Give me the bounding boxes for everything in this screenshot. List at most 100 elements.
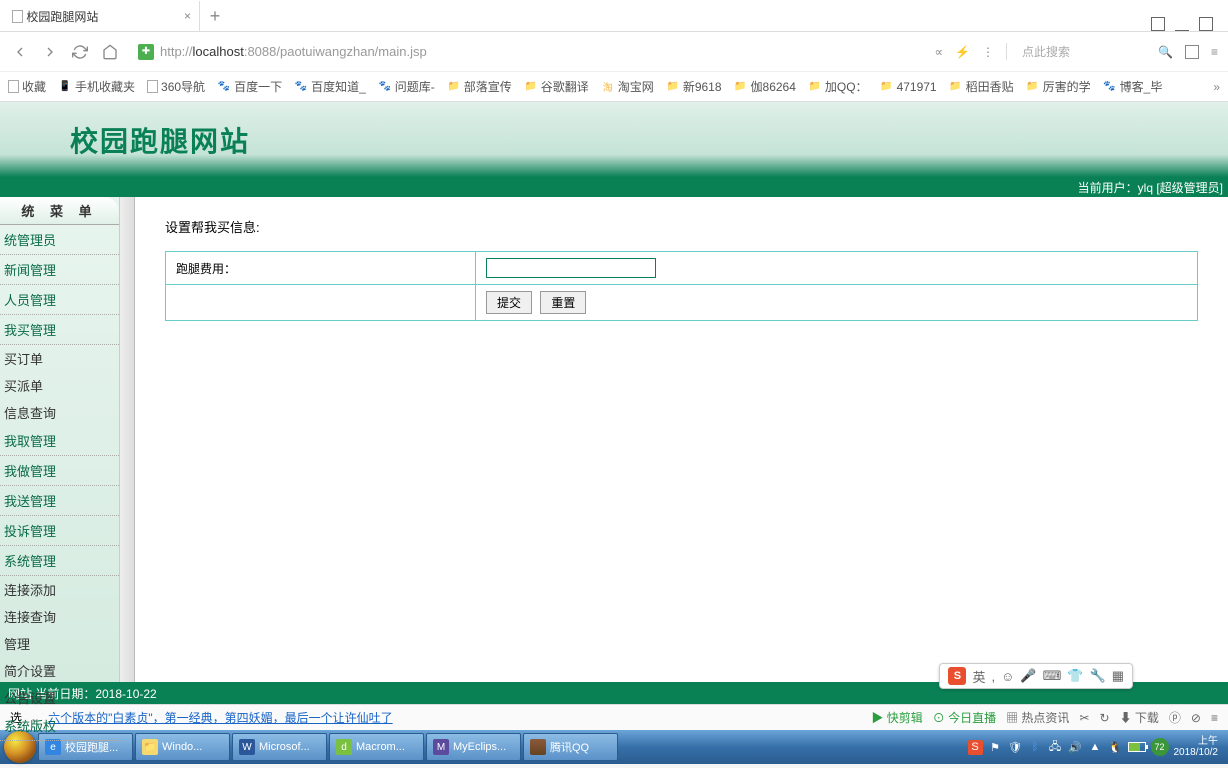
sogou-icon[interactable]: S [948, 667, 966, 685]
splitter[interactable] [120, 197, 135, 682]
menu-item[interactable]: 公告设置 [0, 684, 119, 711]
menu-item[interactable]: 管理 [0, 630, 119, 657]
taskbar-item[interactable]: 腾讯QQ [523, 733, 618, 761]
taskbar-item[interactable]: dMacrom... [329, 733, 424, 761]
bookmark-icon: 📁 [447, 80, 461, 94]
status-refresh-icon[interactable]: ↻ [1100, 711, 1110, 725]
window-box1-icon[interactable] [1151, 17, 1165, 31]
bookmark-item[interactable]: 📁伽86264 [734, 78, 796, 95]
bookmark-item[interactable]: 📁稻田香贴 [949, 78, 1014, 95]
menu-category[interactable]: 投诉管理 [0, 516, 119, 546]
fee-input[interactable] [486, 258, 656, 278]
url-bar[interactable]: ✚ http://localhost:8088/paotuiwangzhan/m… [130, 42, 925, 62]
status-p-icon[interactable]: ⓟ [1169, 709, 1181, 726]
panel-icon[interactable] [1185, 45, 1199, 59]
ime-mic-icon[interactable]: 🎤 [1020, 668, 1036, 684]
tray-bluetooth-icon[interactable]: ᛒ [1028, 740, 1043, 755]
browser-status-bar: 选 ⌄ 六个版本的"白素贞"，第一经典，第四妖媚，最后一个让许仙吐了 ▶ 快剪辑… [0, 704, 1228, 730]
ime-tool-icon[interactable]: 🔧 [1090, 668, 1106, 684]
menu-item[interactable]: 买派单 [0, 372, 119, 399]
ime-keyboard-icon[interactable]: ⌨ [1043, 668, 1062, 684]
bookmark-item[interactable]: 📁部落宣传 [447, 78, 512, 95]
search-input[interactable]: 点此搜索 [1006, 43, 1146, 60]
status-download[interactable]: ⬇ 下载 [1120, 709, 1159, 726]
reload-button[interactable] [70, 42, 90, 62]
status-block-icon[interactable]: ⊘ [1191, 711, 1201, 725]
minimize-icon[interactable] [1175, 17, 1189, 31]
bookmark-item[interactable]: 🐾博客_毕 [1103, 78, 1163, 95]
bookmark-icon: 📁 [1026, 80, 1040, 94]
menu-item[interactable]: 简介设置 [0, 657, 119, 684]
ime-skin-icon[interactable]: 👕 [1067, 668, 1083, 684]
bookmark-item[interactable]: 📁谷歌翻译 [524, 78, 589, 95]
ime-emoji-icon[interactable]: ☺ [1001, 669, 1014, 684]
submit-button[interactable]: 提交 [486, 291, 532, 314]
bookmark-item[interactable]: 📁厉害的学 [1026, 78, 1091, 95]
window-box2-icon[interactable] [1199, 17, 1213, 31]
bookmark-item[interactable]: 🐾百度一下 [217, 78, 282, 95]
bookmark-item[interactable]: 收藏 [8, 78, 46, 95]
new-tab-button[interactable]: + [200, 1, 230, 31]
bookmark-item[interactable]: 🐾百度知道_ [294, 78, 366, 95]
taskbar-item[interactable]: WMicrosof... [232, 733, 327, 761]
window-controls [1136, 9, 1228, 31]
clock[interactable]: 上午 2018/10/2 [1174, 736, 1219, 758]
ime-lang[interactable]: 英 [972, 667, 985, 686]
bookmark-icon: 🐾 [217, 80, 231, 94]
status-news[interactable]: ▦ 热点资讯 [1006, 709, 1069, 726]
bookmark-item[interactable]: 淘淘宝网 [601, 78, 654, 95]
status-menu-icon[interactable]: ≡ [1211, 711, 1218, 725]
bolt-icon[interactable]: ⚡ [955, 45, 970, 59]
menu-category[interactable]: 我买管理 [0, 315, 119, 345]
tray-sogou-icon[interactable]: S [968, 740, 983, 755]
menu-item[interactable]: 买订单 [0, 345, 119, 372]
tray-network-icon[interactable]: 🖧 [1048, 740, 1063, 755]
ime-punct-icon[interactable]: , [991, 669, 995, 684]
menu-category[interactable]: 系统管理 [0, 546, 119, 576]
bookmark-item[interactable]: 📁新9618 [666, 78, 722, 95]
close-icon[interactable]: × [184, 9, 191, 23]
menu-item[interactable]: 连接查询 [0, 603, 119, 630]
share-icon[interactable]: ∝ [935, 45, 944, 59]
status-live[interactable]: ⊙ 今日直播 [933, 709, 996, 726]
menu-item[interactable]: 信息查询 [0, 399, 119, 426]
tray-shield-icon[interactable]: 🛡 [1008, 740, 1023, 755]
menu-category[interactable]: 我做管理 [0, 456, 119, 486]
fee-label: 跑腿费用： [166, 252, 476, 285]
tray-flag-icon[interactable]: ⚑ [988, 740, 1003, 755]
user-info-bar: 当前用户：ylq [超级管理员] [0, 177, 1228, 197]
menu-category[interactable]: 新闻管理 [0, 255, 119, 285]
bookmark-item[interactable]: 360导航 [147, 78, 205, 95]
tray-chevron-icon[interactable]: ▲ [1088, 740, 1103, 755]
bookmark-item[interactable]: 📱手机收藏夹 [58, 78, 135, 95]
menu-category[interactable]: 系统版权 [0, 711, 119, 741]
browser-tab[interactable]: 校园跑腿网站 × [0, 1, 200, 31]
tray-penguin-icon[interactable]: 🐧 [1108, 740, 1123, 755]
home-button[interactable] [100, 42, 120, 62]
status-clip[interactable]: ▶ 快剪辑 [871, 709, 922, 726]
reset-button[interactable]: 重置 [540, 291, 586, 314]
bookmark-item[interactable]: 🐾问题库- [378, 78, 435, 95]
back-button[interactable] [10, 42, 30, 62]
taskbar-item[interactable]: MMyEclips... [426, 733, 521, 761]
bookmarks-more-icon[interactable]: » [1213, 80, 1220, 94]
battery-icon[interactable] [1128, 742, 1146, 752]
menu-category[interactable]: 统管理员 [0, 225, 119, 255]
bookmark-item[interactable]: 📁471971 [880, 80, 937, 94]
ime-bar[interactable]: S 英 , ☺ 🎤 ⌨ 👕 🔧 ▦ [939, 663, 1133, 689]
bookmark-icon: 📁 [666, 80, 680, 94]
tray-volume-icon[interactable]: 🔊 [1068, 740, 1083, 755]
menu-item[interactable]: 连接添加 [0, 576, 119, 603]
menu-category[interactable]: 我取管理 [0, 426, 119, 456]
search-icon[interactable]: 🔍 [1158, 45, 1173, 59]
taskbar-item[interactable]: 📁Windo... [135, 733, 230, 761]
bookmark-item[interactable]: 📁加QQ： [808, 78, 868, 95]
menu-category[interactable]: 人员管理 [0, 285, 119, 315]
status-scissor-icon[interactable]: ✂ [1079, 711, 1089, 725]
taskbar: e校园跑腿...📁Windo...WMicrosof...dMacrom...M… [0, 730, 1228, 764]
forward-button[interactable] [40, 42, 60, 62]
ime-grid-icon[interactable]: ▦ [1112, 668, 1124, 684]
more-icon[interactable]: ⋮ [982, 45, 994, 59]
menu-icon[interactable]: ≡ [1211, 45, 1218, 59]
menu-category[interactable]: 我送管理 [0, 486, 119, 516]
